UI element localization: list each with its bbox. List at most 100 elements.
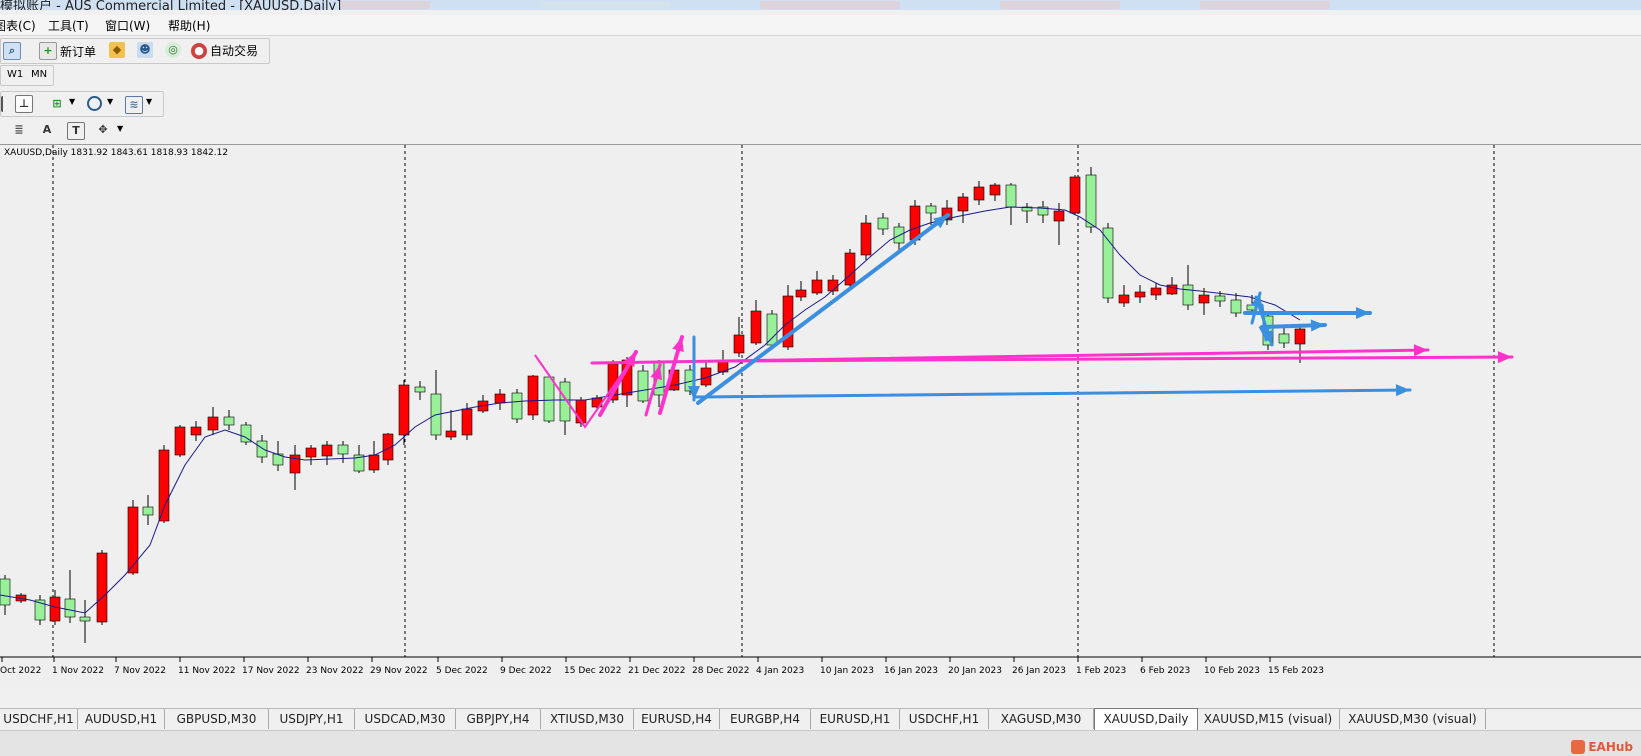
time-axis-label: 7 Nov 2022	[114, 666, 166, 676]
chart-canvas[interactable]: Oct 2022 1 Nov 2022 7 Nov 2022 11 Nov 2022 1…	[0, 145, 1641, 689]
tab-xagusd-m30[interactable]: XAGUSD,M30	[989, 709, 1094, 729]
auto-trade-icon: ●	[191, 42, 207, 59]
time-axis-label: 10 Feb 2023	[1204, 666, 1260, 676]
candle-bull	[223, 416, 235, 426]
time-axis-label: 17 Nov 2022	[242, 666, 300, 676]
candle-bear	[494, 393, 506, 404]
time-axis-label: 28 Dec 2022	[692, 666, 750, 676]
new-order-icon: +	[39, 42, 57, 60]
candle-bear	[973, 186, 985, 201]
candle-bull	[877, 217, 889, 230]
market-button[interactable]: ◎	[165, 42, 181, 58]
candle-bear	[1053, 210, 1065, 222]
time-axis-label: 1 Nov 2022	[52, 666, 104, 676]
candle-bear	[860, 222, 872, 256]
candle-bear	[190, 426, 202, 436]
time-axis-label: 1 Feb 2023	[1076, 666, 1126, 676]
magenta-ray-arrow-head	[1497, 351, 1512, 364]
signal-icon: ◎	[165, 42, 181, 58]
chevron-down-icon[interactable]: ▼	[107, 97, 113, 106]
clock-icon[interactable]	[87, 96, 102, 111]
blue-ray-arrow-head	[1310, 319, 1325, 332]
tab-eurusd-h1[interactable]: EURUSD,H1	[811, 709, 900, 729]
candle-bear	[844, 252, 856, 286]
objects-toolbar: ≣ A T ✥ ▼	[0, 118, 130, 142]
watermark: EAHub	[1571, 740, 1633, 754]
zoom-icon: ⌕	[3, 42, 21, 60]
time-axis-label: Oct 2022	[0, 666, 41, 676]
tab-usdjpy-h1[interactable]: USDJPY,H1	[269, 709, 355, 729]
candle-bull	[414, 386, 426, 393]
text-label-icon[interactable]: T	[67, 122, 85, 140]
price-chart[interactable]: Oct 2022 1 Nov 2022 7 Nov 2022 11 Nov 2022 1…	[0, 144, 1641, 689]
auto-trade-button[interactable]: ● 自动交易	[191, 42, 258, 59]
tab-gbpusd-m30[interactable]: GBPUSD,M30	[165, 709, 269, 729]
arrows-icon[interactable]: ✥	[95, 122, 111, 138]
time-axis-label: 15 Dec 2022	[564, 666, 622, 676]
pencil-icon: ◆	[109, 42, 125, 58]
candle-bull	[766, 313, 778, 346]
tab-xauusd-m15-visual[interactable]: XAUUSD,M15 (visual)	[1197, 709, 1340, 729]
period-separators	[52, 145, 1495, 657]
candle-bull	[1230, 299, 1242, 314]
candle-bear	[305, 447, 317, 458]
candle-bear	[461, 408, 473, 436]
candle-bull	[1214, 295, 1226, 302]
candle-bull	[79, 616, 91, 622]
tab-audusd-h1[interactable]: AUDUSD,H1	[78, 709, 165, 729]
candle-bull	[1085, 174, 1097, 228]
chevron-down-icon[interactable]: ▼	[69, 97, 75, 106]
tab-eurgbp-h4[interactable]: EURGBP,H4	[720, 709, 811, 729]
eahub-logo-icon	[1571, 740, 1586, 754]
candle-bear	[174, 426, 186, 456]
candle-bear	[321, 444, 333, 457]
experts-button[interactable]: ◆	[109, 42, 125, 58]
blue-ray-arrow	[694, 388, 1412, 399]
time-axis-labels: Oct 2022 1 Nov 2022 7 Nov 2022 11 Nov 2022 1…	[0, 657, 1324, 676]
candle-bear	[811, 279, 823, 294]
time-axis-label: 15 Feb 2023	[1268, 666, 1324, 676]
main-toolbar: ⌕ + 新订单 ◆ ☻ ◎ ● 自动交易	[0, 38, 270, 64]
signals-button[interactable]: ☻	[137, 42, 153, 58]
fibonacci-icon[interactable]: ≣	[11, 122, 27, 138]
candle-bear	[750, 310, 762, 344]
menu-help[interactable]: 帮助(H)	[168, 17, 210, 34]
window-titlebar: 模拟账户 - AUS Commercial Limited - [XAUUSD,…	[0, 0, 1641, 10]
text-icon[interactable]: A	[39, 122, 55, 138]
blue-ray-arrow-head	[1356, 307, 1370, 319]
menu-tools[interactable]: 工具(T)	[48, 17, 89, 34]
timeframe-w1[interactable]: W1	[7, 69, 23, 80]
indicators-icon[interactable]: ⊞	[49, 96, 65, 112]
candle-bear	[527, 375, 539, 416]
tab-usdchf-h1-2[interactable]: USDCHF,H1	[900, 709, 989, 729]
tab-usdchf-h1[interactable]: USDCHF,H1	[0, 709, 78, 729]
candle-bull	[1278, 333, 1290, 344]
person-icon: ☻	[137, 42, 153, 58]
candles	[0, 167, 1306, 643]
tab-gbpjpy-h4[interactable]: GBPJPY,H4	[456, 709, 541, 729]
timeframe-mn[interactable]: MN	[31, 69, 47, 80]
time-axis-label: 4 Jan 2023	[756, 666, 804, 676]
menu-chart[interactable]: 图表(C)	[0, 17, 36, 34]
tab-eurusd-h4[interactable]: EURUSD,H4	[634, 709, 720, 729]
auto-trade-label: 自动交易	[210, 44, 259, 58]
candle-bear	[207, 416, 219, 431]
chevron-down-icon[interactable]: ▼	[117, 124, 123, 133]
chevron-down-icon[interactable]: ▼	[146, 97, 152, 106]
templates-icon[interactable]: ≋	[125, 96, 143, 114]
candle-bear	[1294, 328, 1306, 345]
tab-xauusd-daily[interactable]: XAUUSD,Daily	[1094, 708, 1198, 730]
chart-tools-toolbar: ⊥ ⊞ ▼ ▼ ≋ ▼	[0, 91, 164, 117]
candle-bull	[1005, 184, 1017, 208]
vertical-line-icon[interactable]	[1, 96, 6, 112]
candle-bear	[957, 196, 969, 212]
tab-xauusd-m30-visual[interactable]: XAUUSD,M30 (visual)	[1340, 709, 1486, 729]
timeframes-toolbar: W1 MN	[0, 65, 54, 86]
candle-bear	[398, 384, 410, 436]
zoom-button[interactable]: ⌕	[3, 42, 21, 60]
menu-window[interactable]: 窗口(W)	[105, 17, 150, 34]
tab-xtiusd-m30[interactable]: XTIUSD,M30	[541, 709, 634, 729]
crosshair-icon[interactable]: ⊥	[15, 95, 33, 113]
new-order-button[interactable]: + 新订单	[39, 42, 96, 60]
tab-usdcad-m30[interactable]: USDCAD,M30	[355, 709, 456, 729]
